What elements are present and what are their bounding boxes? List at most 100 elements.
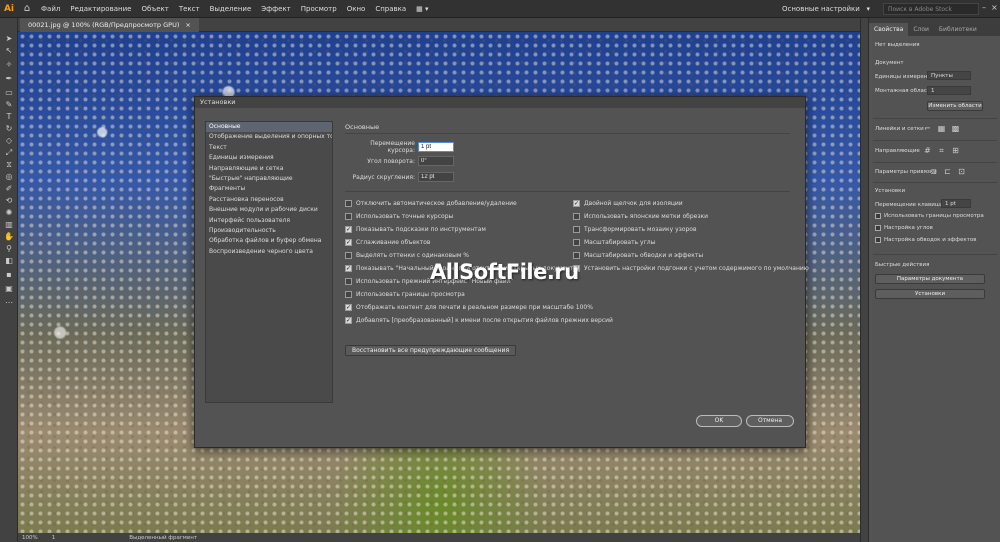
rectangle-tool-icon[interactable]: ▭ <box>4 88 14 98</box>
right-checkbox-row[interactable]: Использовать японские метки обрезки <box>573 213 708 220</box>
menu-item-file[interactable]: Файл <box>36 5 65 13</box>
scale-tool-icon[interactable]: ⤢ <box>4 148 14 158</box>
nav-item-hyphenation[interactable]: Расстановка переносов <box>206 195 332 205</box>
pen-tool-icon[interactable]: ✒ <box>4 74 14 84</box>
blend-tool-icon[interactable]: ⟲ <box>4 196 14 206</box>
keyboard-increment-input[interactable]: 1 pt <box>941 199 971 208</box>
color-mode-icon[interactable]: ▪ <box>4 270 14 280</box>
direct-selection-tool-icon[interactable]: ↖ <box>4 46 14 56</box>
menu-item-type[interactable]: Текст <box>174 5 205 13</box>
graph-tool-icon[interactable]: ▥ <box>4 220 14 230</box>
tab-libraries[interactable]: Библиотеки <box>934 23 982 36</box>
checkbox-checked[interactable]: ✓ <box>345 239 352 246</box>
checkbox-unchecked[interactable] <box>573 239 580 246</box>
artboard-number[interactable]: 1 <box>52 535 56 541</box>
symbol-sprayer-icon[interactable]: ✺ <box>4 208 14 218</box>
minimize-icon[interactable]: – <box>982 3 986 12</box>
menu-item-effect[interactable]: Эффект <box>256 5 295 13</box>
ruler-icon[interactable]: ⌐ <box>923 124 932 133</box>
shape-builder-icon[interactable]: ◎ <box>4 172 14 182</box>
checkbox-unchecked[interactable] <box>573 252 580 259</box>
menu-item-help[interactable]: Справка <box>370 5 411 13</box>
right-checkbox-row[interactable]: Масштабировать обводки и эффекты <box>573 252 703 259</box>
checkbox-unchecked[interactable] <box>345 252 352 259</box>
more-tools-icon[interactable]: ⋯ <box>4 298 14 308</box>
nav-item-general[interactable]: Основные <box>206 122 332 133</box>
grid-icon[interactable]: ▦ <box>937 124 946 133</box>
snap-point-icon[interactable]: ⊐ <box>929 167 938 176</box>
checkbox-unchecked[interactable] <box>573 213 580 220</box>
edit-artboards-button[interactable]: Изменить области <box>927 101 983 111</box>
tab-layers[interactable]: Слои <box>908 23 934 36</box>
lock-guides-icon[interactable]: ⌗ <box>937 146 946 155</box>
nav-item-file-handling[interactable]: Обработка файлов и буфер обмена <box>206 236 332 246</box>
checkbox-unchecked[interactable] <box>345 200 352 207</box>
nav-item-smart-guides[interactable]: "Быстрые" направляющие <box>206 174 332 184</box>
rotate-tool-icon[interactable]: ↻ <box>4 124 14 134</box>
type-tool-icon[interactable]: T <box>4 112 14 122</box>
stock-search-input[interactable]: Поиск в Adobe Stock <box>883 3 979 15</box>
eyedropper-icon[interactable]: ✐ <box>4 184 14 194</box>
pref-check-preview-bounds[interactable]: Использовать границы просмотра <box>875 213 984 219</box>
selection-tool-icon[interactable]: ➤ <box>4 34 14 44</box>
reset-warnings-button[interactable]: Восстановить все предупреждающие сообщен… <box>345 345 517 356</box>
checkbox-unchecked[interactable] <box>573 226 580 233</box>
corner-radius-input[interactable] <box>418 172 454 182</box>
nav-item-performance[interactable]: Производительность <box>206 226 332 236</box>
home-icon[interactable]: ⌂ <box>18 0 36 18</box>
ok-button[interactable]: OK <box>696 415 742 427</box>
fill-stroke-icon[interactable]: ◧ <box>4 256 14 266</box>
smart-guides-icon[interactable]: ⊞ <box>951 146 960 155</box>
arrange-documents-icon[interactable]: ▦ ▾ <box>411 5 433 13</box>
left-checkbox-row[interactable]: Использовать точные курсоры <box>345 213 453 220</box>
right-checkbox-row[interactable]: ✓ Двойной щелчок для изоляции <box>573 200 683 207</box>
checkbox-checked[interactable]: ✓ <box>345 226 352 233</box>
checkbox-unchecked[interactable] <box>345 278 352 285</box>
pref-check-scale-strokes[interactable]: Настройка обводок и эффектов <box>875 237 976 243</box>
left-checkbox-row[interactable]: ✓ Сглаживание объектов <box>345 239 430 246</box>
checkbox[interactable] <box>875 213 881 219</box>
left-checkbox-row[interactable]: Выделять оттенки с одинаковым % <box>345 252 469 259</box>
cancel-button[interactable]: Отмена <box>746 415 794 427</box>
checkbox-checked[interactable]: ✓ <box>345 265 352 272</box>
nav-item-selection-anchor[interactable]: Отображение выделения и опорных точек <box>206 132 332 142</box>
checkbox-unchecked[interactable] <box>345 291 352 298</box>
left-checkbox-row[interactable]: ✓ Добавлять [преобразованный] к имени пос… <box>345 317 613 324</box>
right-checkbox-row[interactable]: Трансформировать мозаику узоров <box>573 226 697 233</box>
magic-wand-icon[interactable]: ✧ <box>4 60 14 70</box>
close-icon[interactable]: × <box>991 3 998 12</box>
snap-pixel-icon[interactable]: ⊡ <box>957 167 966 176</box>
menu-item-edit[interactable]: Редактирование <box>65 5 136 13</box>
nav-item-type[interactable]: Текст <box>206 143 332 153</box>
nav-item-slices[interactable]: Фрагменты <box>206 184 332 194</box>
checkbox[interactable] <box>875 225 881 231</box>
left-checkbox-row[interactable]: ✓ Показывать подсказки по инструментам <box>345 226 486 233</box>
screen-mode-icon[interactable]: ▣ <box>4 284 14 294</box>
cursor-move-input[interactable] <box>418 142 454 152</box>
left-checkbox-row[interactable]: ✓ Отображать контент для печати в реально… <box>345 304 593 311</box>
nav-item-user-interface[interactable]: Интерфейс пользователя <box>206 216 332 226</box>
nav-item-units[interactable]: Единицы измерения <box>206 153 332 163</box>
snap-grid-icon[interactable]: ⊏ <box>943 167 952 176</box>
zoom-level[interactable]: 100% <box>22 535 38 541</box>
checkbox-checked[interactable]: ✓ <box>573 200 580 207</box>
right-checkbox-row[interactable]: Масштабировать углы <box>573 239 655 246</box>
menu-item-view[interactable]: Просмотр <box>296 5 342 13</box>
nav-item-black-appearance[interactable]: Воспроизведение черного цвета <box>206 247 332 257</box>
width-tool-icon[interactable]: ⧖ <box>4 160 14 170</box>
rotation-input[interactable] <box>418 156 454 166</box>
menu-item-window[interactable]: Окно <box>342 5 371 13</box>
document-tab[interactable]: 00021.jpg @ 100% (RGB/Предпросмотр GPU) … <box>20 18 199 32</box>
tab-properties[interactable]: Свойства <box>869 23 909 36</box>
panel-collapse-strip[interactable] <box>860 18 868 542</box>
document-setup-button[interactable]: Параметры документа <box>875 274 985 284</box>
checkbox-checked[interactable]: ✓ <box>345 317 352 324</box>
checkbox-unchecked[interactable] <box>345 213 352 220</box>
zoom-tool-icon[interactable]: ⚲ <box>4 244 14 254</box>
eraser-tool-icon[interactable]: ◇ <box>4 136 14 146</box>
units-select[interactable]: Пункты <box>927 71 971 80</box>
left-checkbox-row[interactable]: Использовать границы просмотра <box>345 291 465 298</box>
menu-item-object[interactable]: Объект <box>136 5 173 13</box>
artboard-select[interactable]: 1 <box>927 86 971 95</box>
nav-item-guides-grid[interactable]: Направляющие и сетка <box>206 164 332 174</box>
